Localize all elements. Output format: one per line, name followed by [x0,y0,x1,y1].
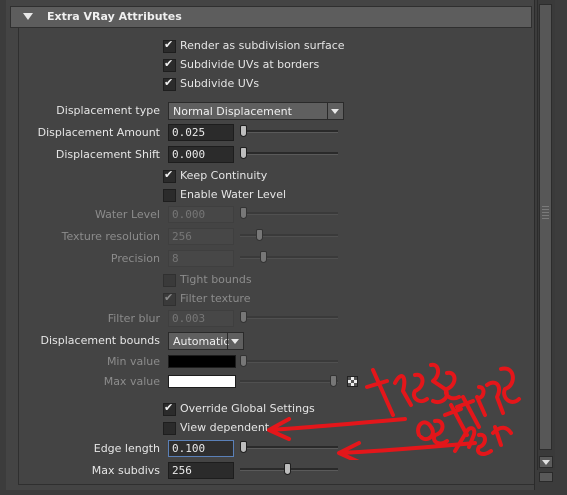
displacement-amount-slider-track[interactable] [240,130,338,133]
filter-blur-slider-thumb[interactable] [240,311,247,323]
collapse-triangle-icon[interactable] [23,13,33,20]
filter-blur-label: Filter blur [107,312,160,325]
displacement-shift-label: Displacement Shift [55,148,160,161]
filter-blur-slider-track[interactable] [240,316,338,319]
render-as-subdiv-checkbox[interactable] [163,38,176,53]
subdivide-uvs-borders-checkbox[interactable] [163,57,176,72]
tight-bounds-checkbox[interactable] [163,274,176,287]
displacement-amount-field[interactable]: 0.025 [168,124,234,141]
edge-length-slider-thumb[interactable] [240,441,247,453]
precision-field[interactable]: 8 [168,250,234,267]
scrollbar-grip-icon [542,206,549,220]
scroll-down-arrow-icon[interactable] [539,456,553,468]
displacement-amount-label: Displacement Amount [37,126,160,139]
max-subdivs-field[interactable]: 256 [168,462,234,479]
dropdown-arrow-icon[interactable] [327,103,343,119]
tight-bounds-label: Tight bounds [180,273,252,286]
displacement-bounds-dropdown[interactable]: Automatic [168,332,244,350]
displacement-bounds-label: Displacement bounds [40,334,161,347]
arrow-shaft-upper [268,417,407,432]
min-value-slider-thumb[interactable] [240,355,247,367]
override-global-checkbox[interactable] [163,401,176,416]
texture-resolution-slider-track[interactable] [240,234,338,237]
displacement-type-label: Displacement type [56,104,160,117]
precision-slider-thumb[interactable] [260,251,267,263]
water-level-label: Water Level [94,208,160,221]
min-value-color-swatch[interactable] [168,355,236,368]
texture-resolution-field[interactable]: 256 [168,228,234,245]
displacement-shift-slider-thumb[interactable] [240,147,247,159]
precision-label: Precision [110,252,160,265]
displacement-amount-slider-thumb[interactable] [240,125,247,137]
enable-water-level-checkbox[interactable] [163,189,176,202]
render-as-subdiv-label: Render as subdivision surface [180,39,345,52]
subdivide-uvs-borders-label: Subdivide UVs at borders [180,58,320,71]
displacement-bounds-value: Automatic [173,335,230,348]
water-level-field[interactable]: 0.000 [168,206,234,223]
water-level-slider-track[interactable] [240,212,338,215]
displacement-type-value: Normal Displacement [173,105,292,118]
texture-resolution-label: Texture resolution [61,230,160,243]
displacement-shift-field[interactable]: 0.000 [168,146,234,163]
scrollbar-thumb[interactable] [539,4,552,450]
enable-water-level-label: Enable Water Level [180,188,287,201]
max-value-color-swatch[interactable] [168,375,236,388]
subdivide-uvs-label: Subdivide UVs [180,77,260,90]
scroll-end-button[interactable] [539,472,553,482]
max-subdivs-label: Max subdivs [91,464,160,477]
filter-texture-checkbox[interactable] [163,291,176,306]
filter-blur-field[interactable]: 0.003 [168,310,234,327]
subdivide-uvs-checkbox[interactable] [163,76,176,91]
keep-continuity-checkbox[interactable] [163,168,176,183]
edge-length-label: Edge length [93,442,160,455]
handwritten-annotation [267,362,521,460]
displacement-shift-slider-track[interactable] [240,152,338,155]
max-value-label: Max value [103,375,160,388]
precision-slider-track[interactable] [240,256,338,259]
view-dependent-checkbox[interactable] [163,422,176,435]
max-subdivs-slider-thumb[interactable] [284,463,291,475]
edge-length-field[interactable]: 0.100 [168,440,234,457]
dropdown-arrow-icon[interactable] [227,333,243,349]
min-value-label: Min value [106,355,160,368]
keep-continuity-label: Keep Continuity [180,169,268,182]
displacement-type-dropdown[interactable]: Normal Displacement [168,102,344,120]
section-border-bottom [18,484,534,485]
texture-resolution-slider-thumb[interactable] [256,229,263,241]
section-title: Extra VRay Attributes [47,10,182,23]
filter-texture-label: Filter texture [180,292,251,305]
section-header[interactable]: Extra VRay Attributes [10,6,532,28]
water-level-slider-thumb[interactable] [240,207,247,219]
